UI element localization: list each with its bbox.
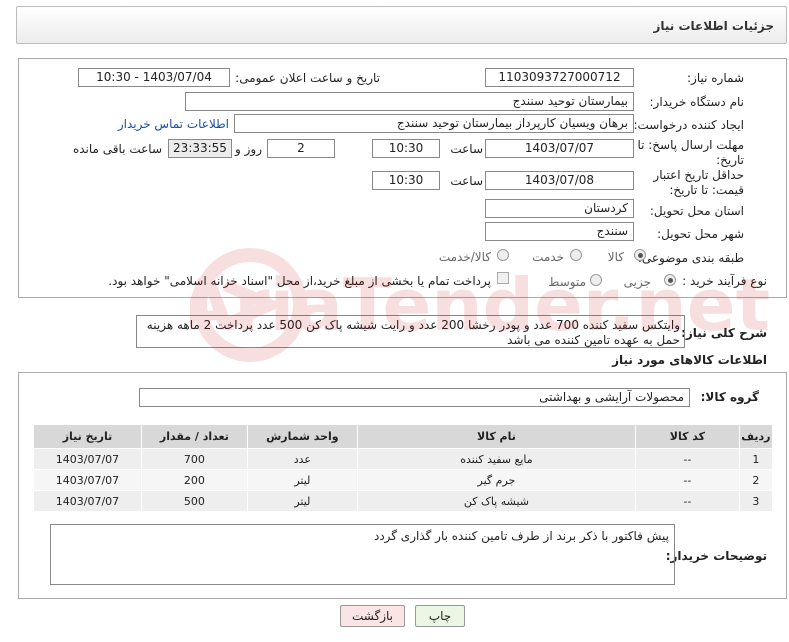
validity-time-field: 10:30 [372, 171, 440, 190]
process-partial-label: جزیی [623, 275, 651, 289]
col-row: ردیف [738, 424, 774, 449]
col-date: تاریخ نیاز [33, 424, 142, 449]
cell-row: 3 [738, 490, 774, 512]
description-label: شرح کلی نیاز: [681, 326, 767, 340]
category-goods-radio[interactable] [634, 249, 646, 261]
cell-row: 2 [738, 469, 774, 491]
goods-group-label: گروه کالا: [700, 390, 759, 404]
buyer-org-label: نام دستگاه خریدار: [649, 95, 745, 109]
table-row: 1 -- مایع سفید کننده عدد 700 1403/07/07 [33, 448, 774, 470]
treasury-payment-note: پرداخت تمام یا بخشی از مبلغ خرید،از محل … [108, 274, 491, 288]
table-row: 3 -- شیشه پاک کن لیتر 500 1403/07/07 [33, 490, 774, 512]
category-both-radio[interactable] [497, 249, 509, 261]
treasury-payment-checkbox[interactable] [497, 272, 509, 284]
cell-date: 1403/07/07 [33, 448, 142, 470]
col-quantity: تعداد / مقدار [140, 424, 248, 449]
announce-field: 1403/07/04 - 10:30 [78, 68, 230, 87]
need-number-label: شماره نیاز: [687, 71, 744, 85]
deadline-time-label: ساعت [450, 142, 483, 156]
buyer-contact-link[interactable]: اطلاعات تماس خریدار [118, 117, 229, 131]
page-header: جزئیات اطلاعات نیاز [16, 6, 787, 44]
category-service-radio[interactable] [570, 249, 582, 261]
buyer-org-field: بیمارستان توحید سنندج [185, 92, 634, 111]
process-medium-label: متوسط [548, 275, 586, 289]
back-button[interactable]: بازگشت [340, 605, 405, 627]
print-button[interactable]: چاپ [415, 605, 465, 627]
table-row: 2 -- جرم گیر لیتر 200 1403/07/07 [33, 469, 774, 491]
cell-quantity: 500 [140, 490, 248, 512]
col-unit: واحد شمارش [246, 424, 358, 449]
days-label: روز و [235, 142, 262, 156]
cell-quantity: 700 [140, 448, 248, 470]
cell-name: شیشه پاک کن [356, 490, 637, 512]
category-goods-label: کالا [607, 250, 624, 264]
process-partial-radio[interactable] [664, 274, 676, 286]
city-field: سنندج [485, 222, 634, 241]
process-medium-radio[interactable] [590, 274, 602, 286]
remaining-label: ساعت باقی مانده [72, 142, 162, 156]
cell-code: -- [635, 469, 740, 491]
province-label: استان محل تحویل: [649, 204, 744, 218]
buyer-notes-label: توضیحات خریدار: [665, 549, 767, 563]
goods-table: ردیف کد کالا نام کالا واحد شمارش تعداد /… [33, 424, 774, 512]
col-code: کد کالا [635, 424, 740, 449]
cell-row: 1 [738, 448, 774, 470]
goods-table-header: ردیف کد کالا نام کالا واحد شمارش تعداد /… [33, 424, 774, 449]
cell-quantity: 200 [140, 469, 248, 491]
remaining-field: 23:33:55 [168, 139, 232, 158]
cell-code: -- [635, 448, 740, 470]
cell-date: 1403/07/07 [33, 490, 142, 512]
description-box: وایتکس سفید کننده 700 عدد و پودر رخشا 20… [136, 315, 685, 348]
cell-unit: عدد [246, 448, 358, 470]
deadline-label: مهلت ارسال پاسخ: تا تاریخ: [637, 138, 744, 167]
col-name: نام کالا [356, 424, 637, 449]
province-field: کردستان [485, 199, 634, 218]
deadline-time-field: 10:30 [372, 139, 440, 158]
creator-field: برهان ویسیان کارپرداز بیمارستان توحید سن… [234, 114, 634, 133]
page-title: جزئیات اطلاعات نیاز [653, 19, 774, 33]
city-label: شهر محل تحویل: [657, 227, 744, 241]
goods-section-title: اطلاعات کالاهای مورد نیاز [612, 353, 767, 367]
process-label: نوع فرآیند خرید : [682, 274, 767, 288]
cell-unit: لیتر [246, 490, 358, 512]
cell-code: -- [635, 490, 740, 512]
cell-date: 1403/07/07 [33, 469, 142, 491]
goods-group-field: محصولات آرایشی و بهداشتی [139, 388, 690, 407]
category-service-label: خدمت [532, 250, 564, 264]
validity-time-label: ساعت [450, 174, 483, 188]
validity-label: حداقل تاریخ اعتبار قیمت: تا تاریخ: [653, 168, 744, 197]
creator-label: ایجاد کننده درخواست: [633, 118, 744, 132]
validity-date-field: 1403/07/08 [485, 171, 634, 190]
cell-name: جرم گیر [356, 469, 637, 491]
need-number-field: 1103093727000712 [485, 68, 634, 87]
buyer-notes-box: پیش فاکتور با ذکر برند از طرف تامین کنند… [50, 524, 675, 585]
cell-name: مایع سفید کننده [356, 448, 637, 470]
category-label: طبقه بندی موضوعی: [637, 251, 744, 265]
announce-label: تاریخ و ساعت اعلان عمومی: [235, 71, 380, 85]
category-both-label: کالا/خدمت [438, 250, 491, 264]
days-field: 2 [267, 139, 335, 158]
deadline-date-field: 1403/07/07 [485, 139, 634, 158]
cell-unit: لیتر [246, 469, 358, 491]
